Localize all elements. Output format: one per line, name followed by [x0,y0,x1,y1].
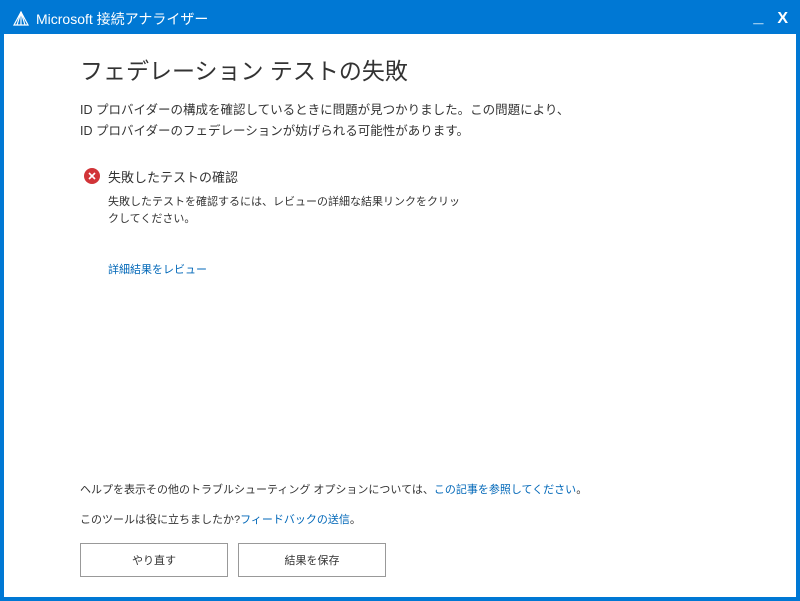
section-description: 失敗したテストを確認するには、レビューの詳細な結果リンクをクリックしてください。 [108,194,468,229]
button-row: やり直す 結果を保存 [80,543,736,577]
window-controls: _ X [753,10,788,28]
app-window: Microsoft 接続アナライザー _ X フェデレーション テストの失敗 I… [0,0,800,601]
error-icon [84,168,100,184]
content-area: フェデレーション テストの失敗 ID プロバイダーの構成を確認しているときに問題… [4,34,796,597]
help-line: ヘルプを表示その他のトラブルシューティング オプションについては、この記事を参照… [80,481,736,497]
close-button[interactable]: X [777,11,788,27]
titlebar: Microsoft 接続アナライザー _ X [4,4,796,34]
minimize-button[interactable]: _ [753,7,763,25]
feedback-line: このツールは役に立ちましたか?フィードバックの送信。 [80,511,736,527]
save-results-button[interactable]: 結果を保存 [238,543,386,577]
feedback-link[interactable]: フィードバックの送信 [240,514,350,526]
help-article-link[interactable]: この記事を参照してください [434,484,576,496]
review-details-link[interactable]: 詳細結果をレビュー [108,261,736,277]
help-prefix: ヘルプを表示その他のトラブルシューティング オプションについては、 [80,484,434,496]
feedback-suffix: 。 [350,514,361,526]
app-logo-icon [12,10,30,28]
feedback-prefix: このツールは役に立ちましたか? [80,514,240,526]
retry-button[interactable]: やり直す [80,543,228,577]
page-description: ID プロバイダーの構成を確認しているときに問題が見つかりました。この問題により… [80,100,736,143]
help-suffix: 。 [576,484,587,496]
footer: ヘルプを表示その他のトラブルシューティング オプションについては、この記事を参照… [80,481,736,577]
app-title: Microsoft 接続アナライザー [36,9,208,29]
titlebar-left: Microsoft 接続アナライザー [12,9,208,29]
page-title: フェデレーション テストの失敗 [80,52,736,86]
section-title: 失敗したテストの確認 [108,167,238,186]
failed-test-section-header: 失敗したテストの確認 [84,167,736,186]
